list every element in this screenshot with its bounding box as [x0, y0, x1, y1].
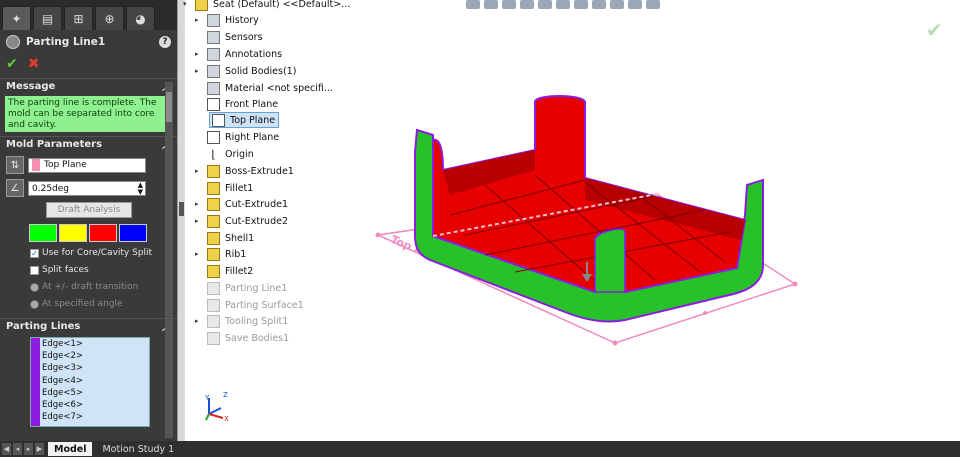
draft-angle-value: 0.25deg [32, 183, 70, 194]
feature-manager-tab[interactable]: ✦ [2, 6, 31, 30]
parting-lines-section-header[interactable]: Parting Lines ︿ [0, 318, 177, 334]
collapse-arrow-icon[interactable]: ▾ [183, 0, 195, 8]
view-orientation-icon[interactable] [538, 0, 552, 9]
checkbox-icon[interactable] [30, 265, 39, 275]
coordinate-triad: Z Y X [204, 391, 229, 422]
list-item[interactable]: Edge<7> [42, 411, 149, 423]
scroll-thumb[interactable] [166, 92, 172, 122]
positive-draft-color[interactable] [29, 224, 57, 242]
direction-row: ⇅ Top Plane [0, 155, 177, 175]
triad-z-axis [208, 407, 222, 415]
message-section-header[interactable]: Message ︿ [0, 78, 177, 94]
tab-model[interactable]: Model [48, 442, 93, 456]
graphics-area[interactable]: Top Plane [185, 10, 825, 350]
direction-of-pull-field[interactable]: Top Plane [28, 157, 146, 173]
tree-root-label: Seat (Default) <<Default>... [213, 0, 351, 10]
message-box: The parting line is complete. The mold c… [5, 96, 172, 132]
draft-analysis-button[interactable]: Draft Analysis [46, 202, 132, 218]
plane-handle[interactable] [612, 340, 618, 346]
draft-color-swatches [29, 224, 177, 242]
at-specified-angle-radio[interactable]: At specified angle [30, 298, 177, 310]
front-post[interactable] [594, 228, 626, 293]
triad-y-label: Y [204, 394, 210, 402]
list-item[interactable]: Edge<5> [42, 387, 149, 399]
first-tab-arrow-icon[interactable]: ◀ [2, 443, 11, 455]
split-faces-checkbox[interactable]: Split faces [30, 264, 177, 276]
reverse-direction-icon[interactable]: ⇅ [6, 156, 24, 174]
triad-x-label: X [224, 415, 229, 422]
confirmation-corner-ok-icon[interactable]: ✔ [926, 18, 943, 42]
checkbox-checked-icon[interactable]: ✓ [30, 248, 39, 258]
draft-angle-icon: ∠ [6, 179, 24, 197]
plane-handle[interactable] [703, 311, 707, 315]
list-item[interactable]: Edge<3> [42, 362, 149, 374]
direction-reference-value: Top Plane [44, 159, 87, 170]
split-faces-label: Split faces [42, 265, 89, 275]
triad-z-label: Z [223, 391, 228, 399]
triad-x-axis [208, 413, 224, 419]
tab-motion-study[interactable]: Motion Study 1 [96, 442, 180, 456]
plane-handle[interactable] [375, 232, 381, 238]
parting-lines-header-label: Parting Lines [6, 321, 81, 332]
message-header-label: Message [6, 81, 56, 92]
selection-color-bar [31, 338, 40, 426]
section-view-icon[interactable] [520, 0, 534, 9]
at-specified-angle-label: At specified angle [42, 299, 123, 309]
next-tab-arrow-icon[interactable]: ▸ [24, 443, 33, 455]
at-draft-transition-label: At +/- draft transition [42, 282, 139, 292]
display-manager-tab[interactable]: ◕ [126, 6, 155, 30]
last-tab-arrow-icon[interactable]: ▶ [35, 443, 44, 455]
help-icon[interactable]: ? [159, 36, 171, 48]
panel-splitter[interactable] [177, 0, 185, 441]
ok-button[interactable]: ✔ [6, 56, 18, 72]
draft-angle-row: ∠ 0.25deg ▲ ▼ [0, 178, 177, 198]
feature-title-bar: Parting Line1 ? [0, 30, 177, 54]
manager-tabs: ✦ ▤ ⊞ ⊕ ◕ [0, 0, 177, 30]
mold-parameters-section-header[interactable]: Mold Parameters ︿ [0, 136, 177, 152]
apply-scene-icon[interactable] [610, 0, 624, 9]
at-draft-transition-radio[interactable]: At +/- draft transition [30, 281, 177, 293]
draft-angle-input[interactable]: 0.25deg ▲ ▼ [28, 180, 146, 196]
radio-icon[interactable] [30, 282, 39, 292]
plane-handle[interactable] [792, 281, 798, 287]
mold-parameters-header-label: Mold Parameters [6, 139, 103, 150]
negative-draft-color[interactable] [89, 224, 117, 242]
previous-view-icon[interactable] [502, 0, 516, 9]
cancel-button[interactable]: ✖ [28, 56, 40, 72]
radio-icon[interactable] [30, 299, 39, 309]
view-settings-icon[interactable] [628, 0, 642, 9]
configuration-manager-tab[interactable]: ⊞ [64, 6, 93, 30]
display-style-icon[interactable] [556, 0, 570, 9]
hide-show-items-icon[interactable] [574, 0, 588, 9]
action-buttons: ✔ ✖ [0, 54, 177, 74]
collapse-grip[interactable] [179, 202, 184, 216]
list-item[interactable]: Edge<4> [42, 375, 149, 387]
list-item[interactable]: Edge<6> [42, 399, 149, 411]
parting-edges-list[interactable]: Edge<1> Edge<2> Edge<3> Edge<4> Edge<5> … [30, 337, 150, 427]
property-manager: ✦ ▤ ⊞ ⊕ ◕ Parting Line1 ? ✔ ✖ Message ︿ … [0, 0, 177, 441]
straddle-color[interactable] [59, 224, 87, 242]
edit-appearance-icon[interactable] [592, 0, 606, 9]
spin-buttons[interactable]: ▲ ▼ [138, 181, 143, 195]
use-core-cavity-label: Use for Core/Cavity Split [42, 248, 153, 258]
part-icon [195, 0, 208, 11]
required-draft-color[interactable] [119, 224, 147, 242]
use-core-cavity-split-checkbox[interactable]: ✓ Use for Core/Cavity Split [30, 247, 177, 259]
feature-title: Parting Line1 [26, 36, 106, 48]
panel-scrollbar[interactable] [165, 82, 173, 438]
plane-swatch [32, 159, 40, 171]
prev-tab-arrow-icon[interactable]: ◂ [13, 443, 22, 455]
parting-line-icon [6, 35, 20, 49]
zoom-to-fit-icon[interactable] [466, 0, 480, 9]
triad-minus-axis [205, 413, 210, 421]
dimxpert-manager-tab[interactable]: ⊕ [95, 6, 124, 30]
bottom-tab-bar: ◀ ◂ ▸ ▶ Model Motion Study 1 [0, 441, 960, 457]
zoom-to-area-icon[interactable] [484, 0, 498, 9]
list-item[interactable]: Edge<2> [42, 350, 149, 362]
property-manager-tab[interactable]: ▤ [33, 6, 62, 30]
list-item[interactable]: Edge<1> [42, 338, 149, 350]
display-pane-icon[interactable] [646, 0, 660, 9]
heads-up-view-toolbar [466, 0, 660, 10]
